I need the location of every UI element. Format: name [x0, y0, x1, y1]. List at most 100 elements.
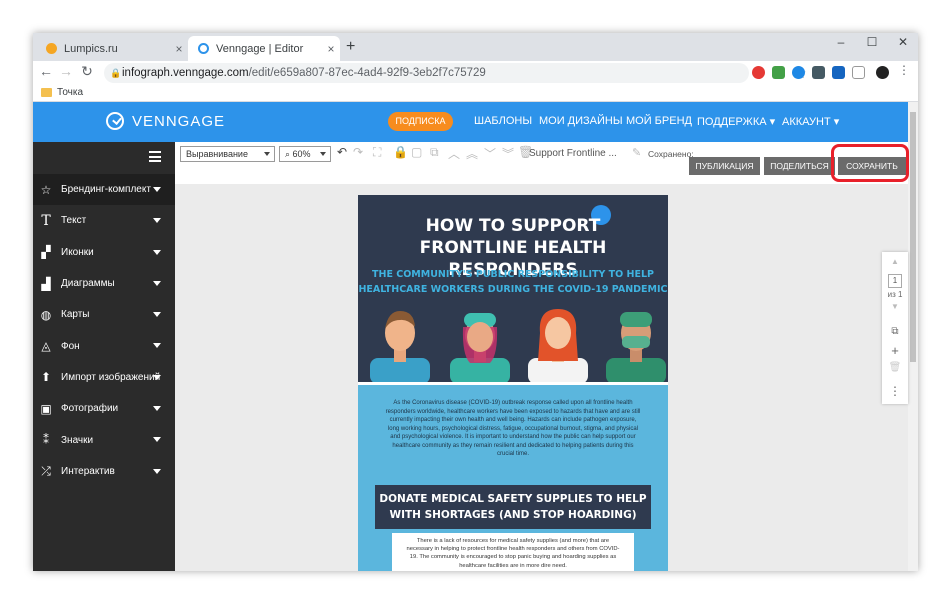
move-top-icon[interactable]: ︽ [466, 145, 478, 162]
page-down-icon[interactable]: ▼ [882, 302, 908, 311]
bookmark-item[interactable]: Точка [57, 87, 83, 98]
group-icon[interactable]: ▢ [411, 145, 422, 159]
infographic-page[interactable]: HOW TO SUPPORT FRONTLINE HEALTH RESPONDE… [358, 195, 668, 571]
browser-toolbar: ← → ↻ 🔒 infograph.venngage.com/edit/e659… [33, 61, 918, 85]
blue-ext-icon[interactable] [832, 66, 845, 79]
sidebar-item-maps[interactable]: ◍ Карты [33, 299, 175, 330]
sidebar-item-badges[interactable]: ⁑ Значки [33, 424, 175, 455]
scroll-thumb[interactable] [910, 112, 916, 362]
tab-close-icon[interactable]: × [170, 42, 188, 56]
globe-ext-icon[interactable] [792, 66, 805, 79]
sidebar-item-photos[interactable]: ▣ Фотографии [33, 393, 175, 424]
tab-title: Lumpics.ru [64, 42, 118, 55]
chevron-down-icon [264, 152, 270, 156]
nav-support[interactable]: ПОДДЕРЖКА ▾ [697, 115, 775, 128]
redo-icon[interactable]: ↷ [353, 145, 363, 159]
subscribe-button[interactable]: ПОДПИСКА [388, 112, 453, 131]
maximize-button[interactable]: ☐ [857, 35, 887, 49]
shuffle-icon: ⤮ [41, 463, 51, 478]
back-arrow-icon[interactable]: ← [37, 63, 55, 79]
add-page-icon[interactable]: + [882, 343, 908, 358]
sidebar-item-label: Интерактив [61, 465, 115, 477]
donate-text-box[interactable]: There is a lack of resources for medical… [392, 533, 634, 571]
page-up-icon[interactable]: ▲ [882, 257, 908, 266]
sidebar-item-background[interactable]: ◬ Фон [33, 330, 175, 361]
caret-down-icon [153, 187, 161, 192]
bring-forward-icon[interactable]: ⧉ [430, 145, 439, 160]
forward-arrow-icon[interactable]: → [57, 63, 75, 79]
intro-paragraph[interactable]: As the Coronavirus disease (COVID-19) ou… [384, 399, 642, 459]
title-line-1: HOW TO SUPPORT [425, 216, 601, 236]
avatar[interactable] [876, 66, 889, 79]
health-workers-illustration[interactable] [358, 303, 668, 384]
shield-ext-icon[interactable] [812, 66, 825, 79]
nav-templates[interactable]: ШАБЛОНЫ [474, 115, 532, 127]
infographic-subtitle[interactable]: THE COMMUNITY'S PUBLIC RESPONSIBILITY TO… [358, 267, 668, 297]
page-scrollbar[interactable] [908, 102, 918, 571]
sidebar-item-interactive[interactable]: ⤮ Интерактив [33, 456, 175, 487]
icons-icon: ▞ [41, 245, 51, 260]
lock-icon[interactable]: 🔒 [393, 145, 408, 159]
hamburger-menu-icon[interactable] [149, 151, 161, 162]
nav-my-brand[interactable]: МОЙ БРЕНД [626, 115, 692, 127]
venngage-logo[interactable]: VENNGAGE [106, 112, 225, 130]
minimize-button[interactable]: – [826, 35, 856, 49]
crop-icon[interactable]: ⛶ [373, 145, 381, 160]
current-page-input[interactable]: 1 [888, 274, 902, 288]
intro-section[interactable]: As the Coronavirus disease (COVID-19) ou… [358, 385, 668, 571]
move-down-icon[interactable]: ﹀ [484, 145, 496, 162]
sidebar-item-icons[interactable]: ▞ Иконки [33, 237, 175, 268]
sidebar-item-label: Импорт изображений [61, 371, 161, 383]
sidebar-item-text[interactable]: T Текст [33, 205, 175, 236]
move-bottom-icon[interactable]: ︾ [502, 145, 514, 162]
sidebar-item-branding[interactable]: ☆ Брендинг-комплект [33, 174, 175, 206]
zoom-select[interactable]: ⌕ 60% [279, 146, 331, 162]
caret-down-icon [153, 280, 161, 286]
hero-section[interactable]: HOW TO SUPPORT FRONTLINE HEALTH RESPONDE… [358, 195, 668, 384]
reload-icon[interactable]: ↻ [78, 63, 96, 80]
tab-venngage[interactable]: Venngage | Editor × [188, 36, 340, 61]
photo-icon: ▣ [40, 401, 52, 416]
text-icon: T [41, 212, 51, 229]
caret-down-icon [153, 374, 161, 380]
delete-page-icon[interactable]: 🗑 [882, 362, 908, 373]
address-bar[interactable]: 🔒 infograph.venngage.com/edit/e659a807-8… [104, 63, 807, 83]
editor-canvas[interactable]: HOW TO SUPPORT FRONTLINE HEALTH RESPONDE… [175, 184, 908, 571]
share-button[interactable]: ПОДЕЛИТЬСЯ [764, 157, 835, 175]
document-name[interactable]: Support Frontline ... [529, 148, 617, 159]
caret-down-icon [153, 468, 161, 474]
sidebar-item-label: Фон [61, 340, 80, 352]
logo-text: VENNGAGE [132, 112, 226, 130]
tab-lumpics[interactable]: Lumpics.ru × [36, 36, 188, 61]
lumpics-favicon-icon [46, 43, 57, 54]
sidebar-item-label: Диаграммы [61, 278, 115, 290]
more-options-icon[interactable]: ⋮ [882, 384, 908, 398]
donate-banner[interactable]: DONATE MEDICAL SAFETY SUPPLIES TO HELP W… [375, 485, 651, 529]
bar-chart-icon: ▟ [41, 276, 51, 291]
sidebar-item-label: Иконки [61, 246, 94, 258]
save-highlight-frame [831, 144, 909, 182]
sidebar-item-label: Значки [61, 434, 94, 446]
sidebar-item-import[interactable]: ⬆ Импорт изображений [33, 362, 175, 393]
people-icon: ⁑ [43, 433, 49, 448]
donate-paragraph[interactable]: There is a lack of resources for medical… [406, 537, 620, 570]
nav-account[interactable]: АККАУНТ ▾ [782, 115, 839, 128]
menu-dots-icon[interactable]: ⋮ [895, 63, 913, 77]
list-ext-icon[interactable] [852, 66, 865, 79]
edit-name-icon[interactable]: ✎ [632, 146, 641, 159]
tab-close-icon[interactable]: × [322, 42, 340, 56]
move-up-icon[interactable]: ︿ [448, 145, 460, 162]
undo-icon[interactable]: ↶ [337, 145, 347, 159]
nav-my-designs[interactable]: МОИ ДИЗАЙНЫ [539, 115, 623, 127]
caret-down-icon [153, 437, 161, 443]
sidebar-item-charts[interactable]: ▟ Диаграммы [33, 268, 175, 299]
opera-ext-icon[interactable] [752, 66, 765, 79]
caret-down-icon [153, 406, 161, 412]
close-window-button[interactable]: ✕ [888, 35, 918, 49]
folder-icon [41, 88, 52, 97]
publish-button[interactable]: ПУБЛИКАЦИЯ [689, 157, 760, 175]
new-tab-button[interactable]: + [346, 38, 355, 56]
duplicate-page-icon[interactable]: ⧉ [882, 326, 908, 337]
green-ext-icon[interactable] [772, 66, 785, 79]
align-select[interactable]: Выравнивание [180, 146, 275, 162]
